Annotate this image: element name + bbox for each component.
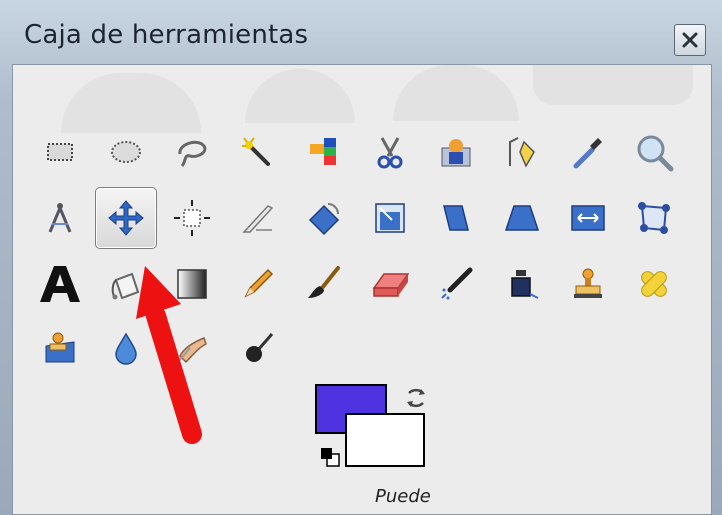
toolbox-window: Caja de herramientas Puede xyxy=(0,0,722,515)
red-arrow-annotation xyxy=(136,266,202,444)
